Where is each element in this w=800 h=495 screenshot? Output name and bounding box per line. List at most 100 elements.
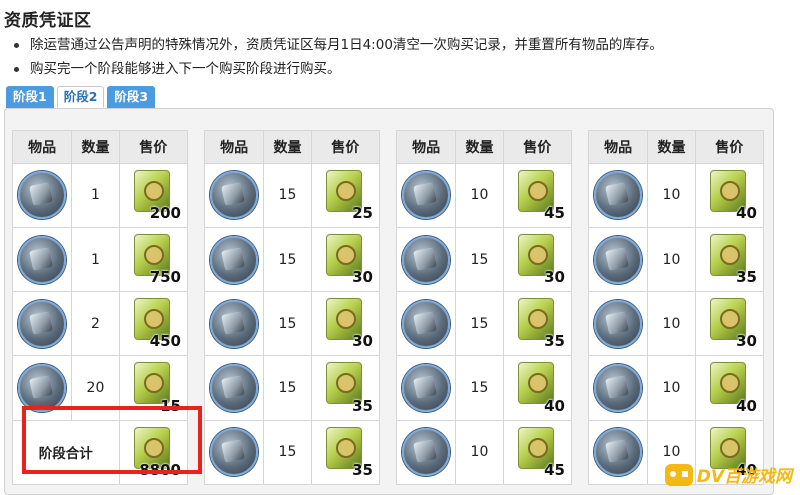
table-row: 10 45 [395,162,573,228]
tab-stage-3[interactable]: 阶段3 [107,86,156,108]
table-row: 15 40 [395,355,573,421]
item-price: 45 [544,203,565,222]
item-price: 40 [736,396,757,415]
stage-total-row: 阶段合计 8800 [12,419,189,486]
stage-total-label: 阶段合计 [12,419,120,486]
material-item-icon[interactable] [594,171,643,220]
item-price: 750 [149,268,181,287]
material-item-icon[interactable] [402,364,451,413]
header-price: 售价 [694,130,765,164]
table-row: 15 30 [203,291,381,357]
item-quantity: 10 [455,419,504,486]
table-row: 15 35 [203,355,381,421]
item-price: 35 [736,268,757,287]
item-price: 35 [352,396,373,415]
crystal-item-icon[interactable] [210,364,259,413]
item-quantity: 15 [455,226,504,293]
item-price: 200 [149,203,181,222]
material-item-icon[interactable] [402,171,451,220]
item-table: 物品 数量 售价 1 200 1 750 2 450 20 15 阶段合计 8800 [11,130,189,486]
material-item-icon[interactable] [594,235,643,284]
stage-tabs: 阶段1 阶段2 阶段3 [6,86,156,108]
table-row: 15 35 [203,419,381,486]
item-table: 物品 数量 售价 10 45 15 30 15 35 15 40 10 45 [395,130,573,486]
item-quantity: 10 [647,291,696,357]
item-quantity: 15 [263,291,312,357]
item-quantity: 10 [455,162,504,228]
item-quantity: 15 [263,226,312,293]
header-qty: 数量 [263,130,312,164]
tab-stage-1[interactable]: 阶段1 [6,86,54,108]
table-row: 10 40 [587,355,765,421]
item-price: 450 [149,332,181,351]
material-item-icon[interactable] [594,428,643,477]
device-item-icon[interactable] [210,235,259,284]
header-qty: 数量 [71,130,120,164]
table-row: 10 30 [587,291,765,357]
table-row: 1 200 [11,162,189,228]
gamepad-icon [664,463,693,486]
item-quantity: 1 [71,162,120,228]
item-quantity: 15 [263,419,312,486]
crate-item-icon[interactable] [18,364,67,413]
item-quantity: 15 [455,291,504,357]
item-price: 40 [544,396,565,415]
chip-item-icon[interactable] [210,299,259,348]
item-price: 40 [736,203,757,222]
operator-item-icon[interactable] [18,171,67,220]
item-table: 物品 数量 售价 15 25 15 30 15 30 15 35 15 35 [203,130,381,486]
watermark-text: DV百游戏网 [696,467,792,487]
header-qty: 数量 [647,130,696,164]
item-quantity: 2 [71,291,120,357]
item-quantity: 10 [647,355,696,421]
header-item: 物品 [395,130,457,164]
item-price: 30 [736,332,757,351]
table-row: 10 45 [395,419,573,486]
notice-item: 除运营通过公告声明的特殊情况外，资质凭证区每月1日4:00清空一次购买记录，并重… [14,34,663,58]
table-row: 15 30 [395,226,573,293]
header-qty: 数量 [455,130,504,164]
bullet-icon [14,67,19,72]
table-row: 10 35 [587,226,765,293]
section-title: 资质凭证区 [4,11,92,31]
item-quantity: 10 [647,162,696,228]
item-price: 30 [352,332,373,351]
item-quantity: 15 [263,355,312,421]
item-price: 35 [352,461,373,479]
header-item: 物品 [203,130,265,164]
notice-item: 购买完一个阶段能够进入下一个购买阶段进行购买。 [14,58,663,82]
site-watermark: DV百游戏网 [664,462,792,487]
ore-item-icon[interactable] [210,171,259,220]
material-item-icon[interactable] [402,235,451,284]
material-item-icon[interactable] [594,299,643,348]
item-quantity: 15 [455,355,504,421]
header-price: 售价 [310,130,381,164]
table-row: 15 30 [203,226,381,293]
table-row: 1 750 [11,226,189,293]
table-row: 20 15 [11,355,189,421]
item-price: 30 [544,268,565,287]
table-row: 10 40 [587,162,765,228]
header-item: 物品 [11,130,73,164]
table-row: 2 450 [11,291,189,357]
tab-stage-2[interactable]: 阶段2 [56,86,105,108]
material-item-icon[interactable] [402,299,451,348]
item-price: 45 [544,461,565,479]
bullet-icon [14,43,19,48]
item-quantity: 20 [71,355,120,421]
item-price: 15 [160,396,181,415]
notice-text: 除运营通过公告声明的特殊情况外，资质凭证区每月1日4:00清空一次购买记录，并重… [30,37,663,53]
component-item-icon[interactable] [210,428,259,477]
notice-list: 除运营通过公告声明的特殊情况外，资质凭证区每月1日4:00清空一次购买记录，并重… [14,34,663,82]
item-price: 25 [352,203,373,222]
item-quantity: 1 [71,226,120,293]
item-table: 物品 数量 售价 10 40 10 35 10 30 10 40 10 40 [587,130,765,486]
operator-item-icon[interactable] [18,235,67,284]
table-row: 15 25 [203,162,381,228]
item-quantity: 15 [263,162,312,228]
permit-item-icon[interactable] [18,299,67,348]
material-item-icon[interactable] [594,364,643,413]
material-item-icon[interactable] [402,428,451,477]
stage-total-price: 8800 [139,461,181,479]
item-price: 35 [544,332,565,351]
